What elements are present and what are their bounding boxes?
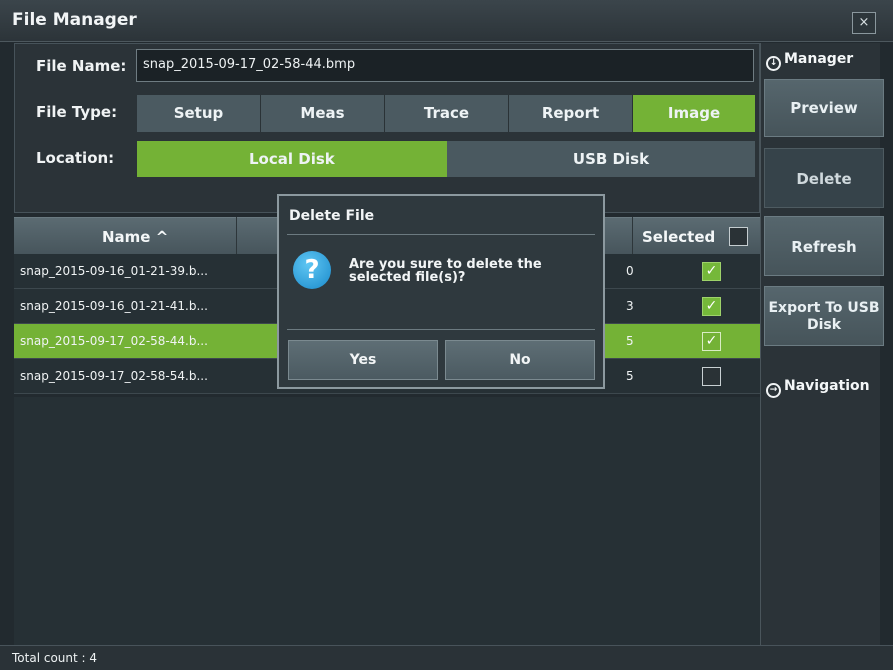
file-name-cell: snap_2015-09-17_02-58-44.b... [20, 334, 208, 348]
location-local-disk[interactable]: Local Disk [137, 141, 447, 177]
row-checkbox[interactable]: ✓ [702, 297, 721, 316]
row-checkbox[interactable]: ✓ [702, 262, 721, 281]
delete-button[interactable]: Delete [764, 148, 884, 208]
status-bar: Total count : 4 [0, 645, 893, 670]
select-all-checkbox[interactable] [729, 227, 748, 246]
total-count: Total count : 4 [12, 651, 98, 665]
close-button[interactable]: × [852, 12, 876, 34]
yes-button[interactable]: Yes [288, 340, 438, 380]
row-checkbox[interactable]: ✓ [702, 332, 721, 351]
manager-section-title: ↓ Manager [766, 51, 853, 71]
file-manager-window: File Manager × File Name: snap_2015-09-1… [0, 0, 893, 670]
file-cell: 5 [626, 369, 634, 383]
dialog-message: Are you sure to delete the selected file… [349, 257, 542, 285]
export-to-usb-button[interactable]: Export To USB Disk [764, 286, 884, 346]
file-name-cell: snap_2015-09-17_02-58-54.b... [20, 369, 208, 383]
dialog-divider [287, 234, 595, 235]
file-type-trace[interactable]: Trace [385, 95, 509, 132]
column-divider [632, 217, 633, 254]
file-type-setup[interactable]: Setup [137, 95, 261, 132]
column-divider [236, 217, 237, 254]
navigation-section-title[interactable]: → Navigation [766, 378, 870, 398]
file-name-cell: snap_2015-09-16_01-21-39.b... [20, 264, 208, 278]
file-name-label: File Name: [36, 57, 127, 75]
navigation-title-text: Navigation [784, 378, 870, 394]
circle-arrow-icon: → [766, 383, 781, 398]
location-label: Location: [36, 149, 115, 167]
manager-title-text: Manager [784, 51, 854, 67]
file-cell: 3 [626, 299, 634, 313]
window-title: File Manager [12, 10, 137, 30]
file-cell: 0 [626, 264, 634, 278]
location-usb-disk[interactable]: USB Disk [447, 141, 755, 177]
selected-column-header: Selected [642, 228, 716, 246]
title-bar: File Manager × [0, 0, 893, 42]
name-column-header[interactable]: Name ^ [102, 228, 168, 246]
question-icon: ? [293, 251, 331, 289]
row-checkbox[interactable] [702, 367, 721, 386]
file-type-label: File Type: [36, 103, 118, 121]
file-type-image[interactable]: Image [633, 95, 755, 132]
preview-button[interactable]: Preview [764, 79, 884, 137]
dialog-title: Delete File [289, 208, 375, 224]
file-name-field[interactable]: snap_2015-09-17_02-58-44.bmp [136, 49, 754, 82]
circle-arrow-icon: ↓ [766, 56, 781, 71]
dialog-divider [287, 329, 595, 330]
file-type-report[interactable]: Report [509, 95, 633, 132]
file-name-cell: snap_2015-09-16_01-21-41.b... [20, 299, 208, 313]
refresh-button[interactable]: Refresh [764, 216, 884, 276]
no-button[interactable]: No [445, 340, 595, 380]
file-type-meas[interactable]: Meas [261, 95, 385, 132]
file-cell: 5 [626, 334, 634, 348]
file-list-empty-area [14, 397, 760, 645]
delete-file-dialog: Delete File ? Are you sure to delete the… [277, 194, 605, 389]
